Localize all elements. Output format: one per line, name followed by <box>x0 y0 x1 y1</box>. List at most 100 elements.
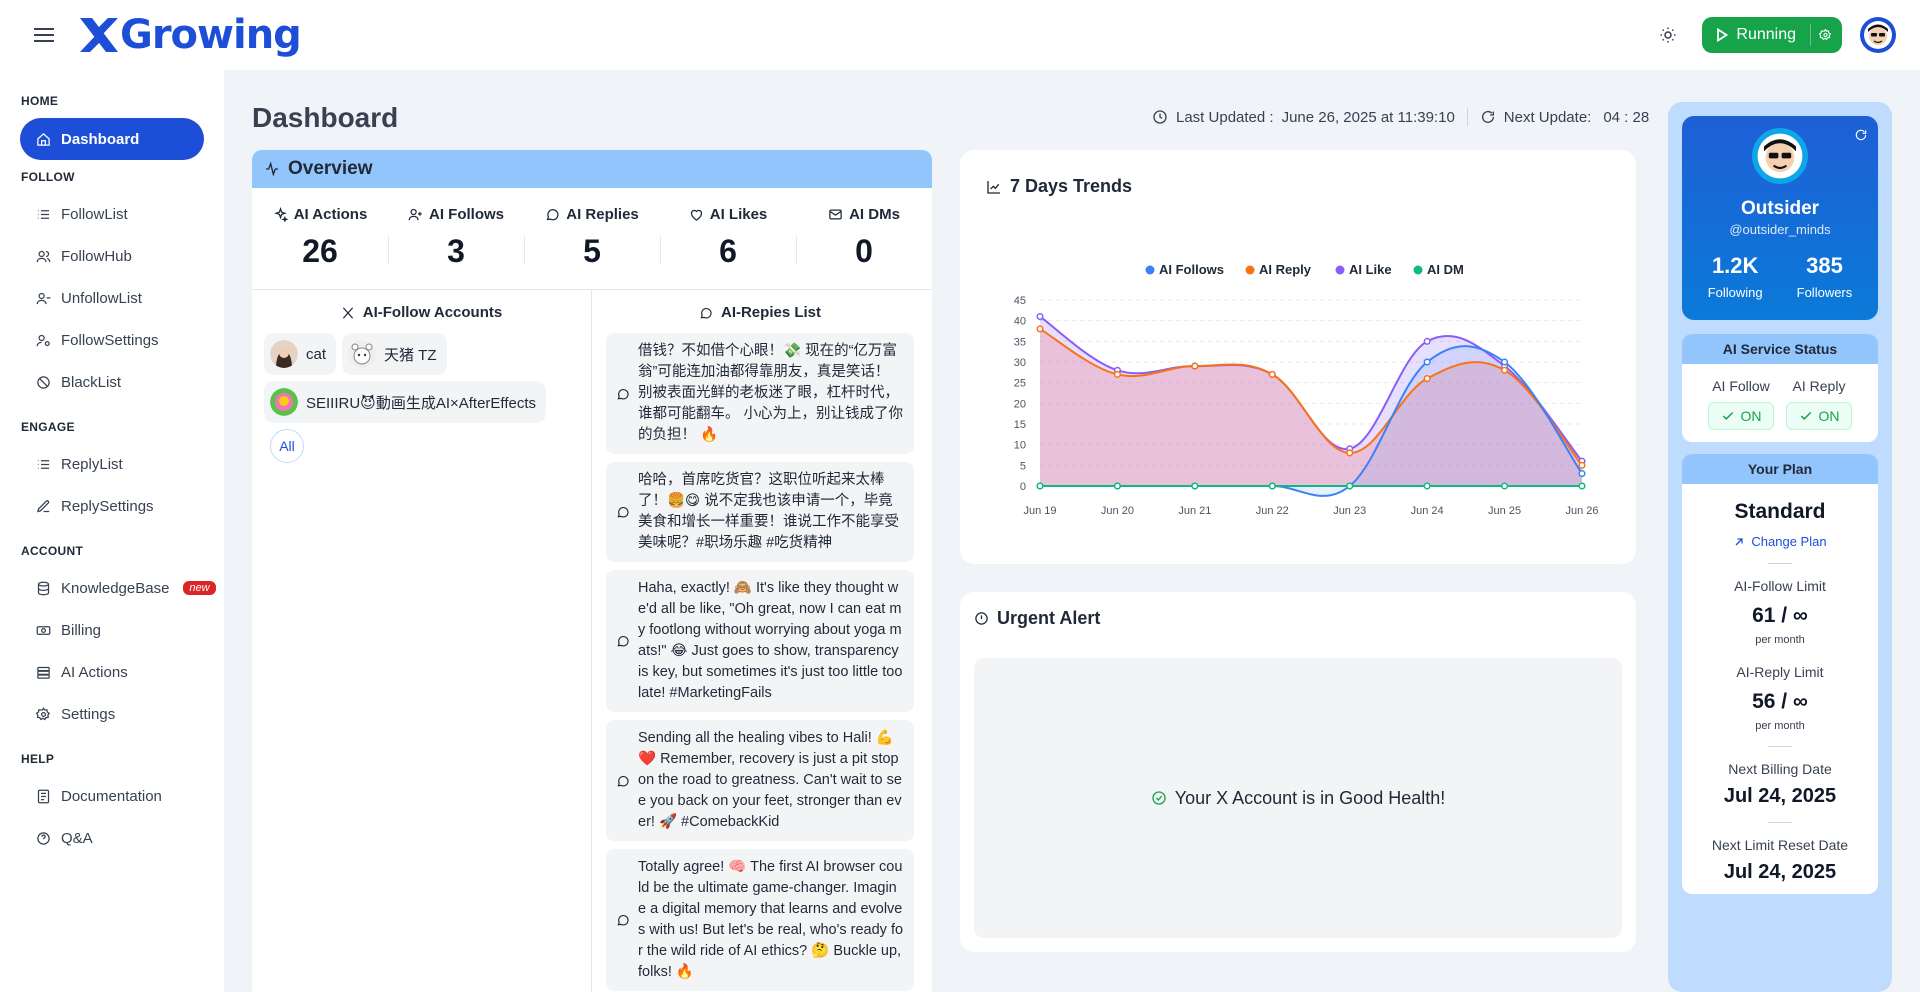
ai-service-status-card: AI Service Status AI Follow ON AI Reply … <box>1682 334 1878 442</box>
all-accounts-button[interactable]: All <box>270 429 304 463</box>
x-tick-label: Jun 19 <box>1023 505 1056 517</box>
legend-label: AI Like <box>1349 262 1392 277</box>
sidebar-item-settings[interactable]: Settings <box>20 694 204 734</box>
data-point-ai-like <box>1423 337 1431 345</box>
data-point-ai-reply <box>1268 370 1276 378</box>
profile-avatar <box>1752 128 1808 184</box>
running-label: Running <box>1736 26 1796 43</box>
data-point-ai-follows <box>1423 358 1431 366</box>
sparkles-icon <box>273 207 288 222</box>
sidebar-item-replysettings[interactable]: ReplySettings <box>20 486 204 526</box>
y-tick-label: 40 <box>1014 316 1026 328</box>
sidebar-item-followsettings[interactable]: FollowSettings <box>20 320 204 360</box>
refresh-icon[interactable] <box>1480 109 1496 125</box>
data-point-ai-dm <box>1113 482 1121 490</box>
reply-item[interactable]: Totally agree! 🧠 The first AI browser co… <box>606 849 914 991</box>
last-updated-value: June 26, 2025 at 11:39:10 <box>1281 108 1455 126</box>
legend-label: AI Follows <box>1159 262 1224 277</box>
reply-item[interactable]: Haha, exactly! 🙈 It's like they thought … <box>606 570 914 712</box>
reply-item[interactable]: 哈哈，首席吃货官？这职位听起来太棒了！🍔😋 说不定我也该申请一个，毕竟美食和增长… <box>606 462 914 562</box>
data-point-ai-reply <box>1113 370 1121 378</box>
arrow-up-right-icon <box>1735 537 1744 545</box>
x-tick-label: Jun 23 <box>1333 505 1366 517</box>
x-logo-icon <box>80 18 118 52</box>
sidebar-item-dashboard[interactable]: Dashboard <box>20 118 204 160</box>
sidebar-item-knowledgebase[interactable]: KnowledgeBase new <box>20 568 216 608</box>
y-tick-label: 0 <box>1020 481 1026 493</box>
sidebar-item-qa[interactable]: Q&A <box>20 818 204 858</box>
stat-ai-replies: AI Replies 5 <box>524 188 660 289</box>
following-stat: 1.2K Following <box>1707 253 1763 300</box>
user-plus-icon <box>408 208 422 221</box>
activity-icon <box>266 161 278 177</box>
data-point-ai-reply <box>1423 374 1431 383</box>
refresh-icon[interactable] <box>1854 128 1868 147</box>
followers-stat: 385 Followers <box>1796 253 1853 300</box>
x-tick-label: Jun 20 <box>1101 505 1134 517</box>
main-content: Dashboard Last Updated : June 26, 2025 a… <box>224 70 1668 992</box>
y-tick-label: 5 <box>1020 460 1026 472</box>
x-tick-label: Jun 24 <box>1411 505 1444 517</box>
legend-marker <box>1335 265 1345 275</box>
sidebar-item-ai-actions[interactable]: AI Actions <box>20 652 204 692</box>
comment-icon <box>617 507 629 518</box>
data-point-ai-follows <box>1578 470 1586 478</box>
legend-label: AI DM <box>1427 262 1464 277</box>
document-icon <box>37 789 50 803</box>
plan-name: Standard <box>1734 500 1826 523</box>
check-icon <box>1800 411 1811 420</box>
stat-ai-likes: AI Likes 6 <box>660 188 796 289</box>
alert-circle-icon <box>975 612 988 625</box>
avatar <box>270 340 298 368</box>
profile-name: Outsider <box>1740 198 1820 219</box>
account-chip[interactable]: cat <box>264 333 337 375</box>
ai-reply-toggle[interactable]: ON <box>1786 402 1852 430</box>
account-chip[interactable]: 天猪 TZ <box>342 333 447 375</box>
ban-icon <box>37 375 50 389</box>
x-tick-label: Jun 26 <box>1565 505 1598 517</box>
x-icon <box>342 306 353 319</box>
hamburger-menu-icon[interactable] <box>24 15 64 55</box>
avatar <box>270 388 298 416</box>
cash-icon <box>36 625 51 635</box>
legend-label: AI Reply <box>1259 262 1312 277</box>
ai-replies-panel: AI-Repies List 借钱？不如借个心眼！💸 现在的“亿万富翁”可能连加… <box>592 290 932 992</box>
ai-follow-toggle[interactable]: ON <box>1708 402 1774 430</box>
sidebar-item-followlist[interactable]: FollowList <box>20 194 204 234</box>
urgent-alert-card: Urgent Alert Your X Account is in Good H… <box>960 592 1636 952</box>
billing-date: Jul 24, 2025 <box>1723 785 1837 807</box>
sidebar-item-unfollowlist[interactable]: UnfollowList <box>20 278 204 318</box>
gear-icon[interactable] <box>1810 24 1832 46</box>
data-point-ai-dm <box>1501 482 1509 490</box>
heart-icon <box>690 209 702 221</box>
sidebar-item-billing[interactable]: Billing <box>20 610 204 650</box>
sidebar-item-documentation[interactable]: Documentation <box>20 776 204 816</box>
x-tick-label: Jun 25 <box>1488 505 1521 517</box>
check-circle-icon <box>1152 791 1166 805</box>
theme-toggle-sun-icon[interactable] <box>1652 19 1684 51</box>
sidebar-section-follow: FOLLOW <box>21 170 75 184</box>
data-point-ai-reply <box>1578 461 1586 469</box>
account-chip[interactable]: SEIIIRU😈動画生成AI×AfterEffects <box>264 381 547 423</box>
reply-item[interactable]: Sending all the healing vibes to Hali! 💪… <box>606 720 914 841</box>
data-point-ai-reply <box>1191 362 1199 370</box>
sidebar-item-followhub[interactable]: FollowHub <box>20 236 204 276</box>
logo[interactable]: Growing <box>78 12 302 58</box>
profile-handle: @outsider_minds <box>1729 222 1831 237</box>
user-avatar[interactable] <box>1860 17 1896 53</box>
reply-item[interactable]: 借钱？不如借个心眼！💸 现在的“亿万富翁”可能连加油都得靠朋友，真是笑话！ 别被… <box>606 333 914 454</box>
sidebar-item-replylist[interactable]: ReplyList <box>20 444 204 484</box>
user-minus-icon <box>36 292 51 304</box>
new-badge: new <box>183 581 216 595</box>
ai-reply-status: AI Reply ON <box>1786 378 1852 430</box>
plan-card: Your Plan Standard Change Plan AI-Follow… <box>1682 454 1878 894</box>
data-point-ai-dm <box>1036 482 1044 490</box>
change-plan-link[interactable]: Change Plan <box>1682 534 1878 549</box>
sidebar-item-blacklist[interactable]: BlackList <box>20 362 204 402</box>
y-tick-label: 35 <box>1014 336 1026 348</box>
next-update-countdown: 04 : 28 <box>1603 108 1650 126</box>
overview-card: Overview AI Actions 26 AI Follows 3 AI R… <box>252 150 932 992</box>
legend-marker <box>1413 265 1423 275</box>
comment-icon <box>617 388 629 399</box>
running-status-button[interactable]: Running <box>1702 17 1842 53</box>
